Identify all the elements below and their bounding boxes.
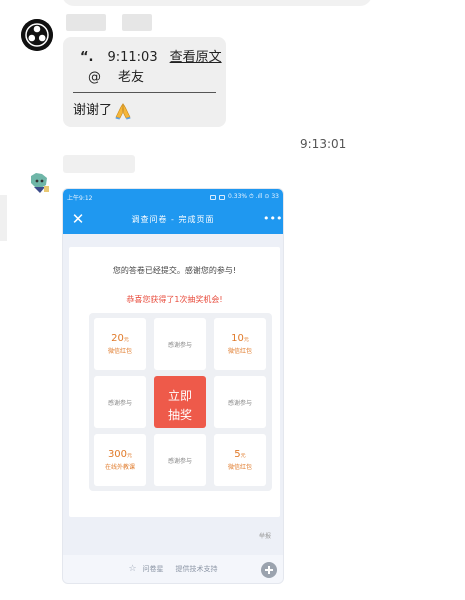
more-icon: ••• xyxy=(263,212,283,225)
prize-unit: 元 xyxy=(123,337,129,343)
footer-brand: 问卷星 xyxy=(142,565,164,573)
lottery-grid: 20元 微信红包 感谢参与 10元 微信红包 感谢参与 立即 抽奖 感谢参与 3… xyxy=(89,313,272,491)
survey-complete-card: 您的答卷已经提交。感谢您的参与! 恭喜您获得了1次抽奖机会! 20元 微信红包 … xyxy=(69,247,280,517)
prize-label: 感谢参与 xyxy=(167,458,192,465)
prize-cell: 感谢参与 xyxy=(94,376,146,428)
report-link: 举报 xyxy=(258,533,271,540)
shared-screenshot-image[interactable]: 上午9:12 0.33% ⏱ .ıll ⊙ 33 ✕ 调查问卷 - 完成页面 •… xyxy=(62,188,284,584)
prize-cell: 感谢参与 xyxy=(214,376,266,428)
prize-cell: 感谢参与 xyxy=(154,318,206,370)
sender-avatar[interactable] xyxy=(21,19,53,51)
phone-page-title: 调查问卷 - 完成页面 xyxy=(131,215,215,224)
quote-mention: @ 老友 xyxy=(88,66,144,85)
prize-amount: 10 xyxy=(231,333,244,344)
reply-text: 谢谢了 xyxy=(73,99,132,120)
phone-footer: ☆ 问卷星 提供技术支持 xyxy=(63,555,283,583)
reply-content: 谢谢了 xyxy=(73,103,113,118)
prize-unit: 元 xyxy=(243,337,249,343)
quote-time: 9:11:03 xyxy=(107,50,158,65)
draw-label-line1: 立即 xyxy=(167,389,192,403)
previous-message-bubble xyxy=(62,0,372,6)
prize-label: 感谢参与 xyxy=(227,400,252,407)
obs-logo-icon xyxy=(21,19,53,51)
prize-amount: 20 xyxy=(111,333,124,344)
prize-cell: 感谢参与 xyxy=(154,434,206,486)
star-icon: ☆ xyxy=(128,564,137,574)
prize-label: 感谢参与 xyxy=(167,342,192,349)
prize-cell: 300元 在线外教课 xyxy=(94,434,146,486)
anime-avatar-icon xyxy=(27,172,51,194)
prize-label: 微信红包 xyxy=(107,348,132,355)
prize-unit: 元 xyxy=(127,453,133,459)
quote-divider xyxy=(73,92,216,93)
image-icon xyxy=(219,194,226,200)
quote-header: “. 9:11:03 查看原文 xyxy=(80,46,222,65)
message-bubble[interactable]: “. 9:11:03 查看原文 @ 老友 谢谢了 xyxy=(63,37,226,127)
submitted-message: 您的答卷已经提交。感谢您的参与! xyxy=(112,266,237,275)
sender-avatar-2[interactable] xyxy=(27,172,51,194)
prize-cell: 20元 微信红包 xyxy=(94,318,146,370)
quote-mark: “. xyxy=(80,50,94,65)
prize-amount: 300 xyxy=(107,449,128,460)
draw-button: 立即 抽奖 xyxy=(154,376,206,428)
status-indicators: 0.33% ⏱ .ıll ⊙ 33 xyxy=(228,193,279,200)
prize-label: 微信红包 xyxy=(227,464,252,471)
phone-title-bar: ✕ 调查问卷 - 完成页面 ••• xyxy=(63,205,283,234)
sender-name-blurred-2 xyxy=(63,155,135,173)
footer-text: 提供技术支持 xyxy=(175,565,218,573)
at-symbol: @ xyxy=(88,70,101,85)
sender-name-blurred xyxy=(66,14,152,31)
folded-hands-icon xyxy=(114,102,132,120)
prize-cell: 10元 微信红包 xyxy=(214,318,266,370)
scroll-edge xyxy=(0,195,7,241)
prize-unit: 元 xyxy=(240,453,246,459)
prize-cell: 5元 微信红包 xyxy=(214,434,266,486)
message-timestamp: 9:13:01 xyxy=(300,137,347,151)
mail-icon xyxy=(210,194,217,200)
prize-label: 在线外教课 xyxy=(104,464,135,471)
mention-nickname: 老友 xyxy=(118,70,145,85)
prize-label: 微信红包 xyxy=(227,348,252,355)
status-time: 上午9:12 xyxy=(67,194,93,202)
zoom-in-icon[interactable] xyxy=(261,562,277,578)
phone-status-bar: 上午9:12 0.33% ⏱ .ıll ⊙ 33 xyxy=(63,189,283,205)
congrats-message: 恭喜您获得了1次抽奖机会! xyxy=(126,295,223,304)
draw-label-line2: 抽奖 xyxy=(167,408,192,422)
view-original-link[interactable]: 查看原文 xyxy=(170,50,222,65)
prize-label: 感谢参与 xyxy=(107,400,132,407)
